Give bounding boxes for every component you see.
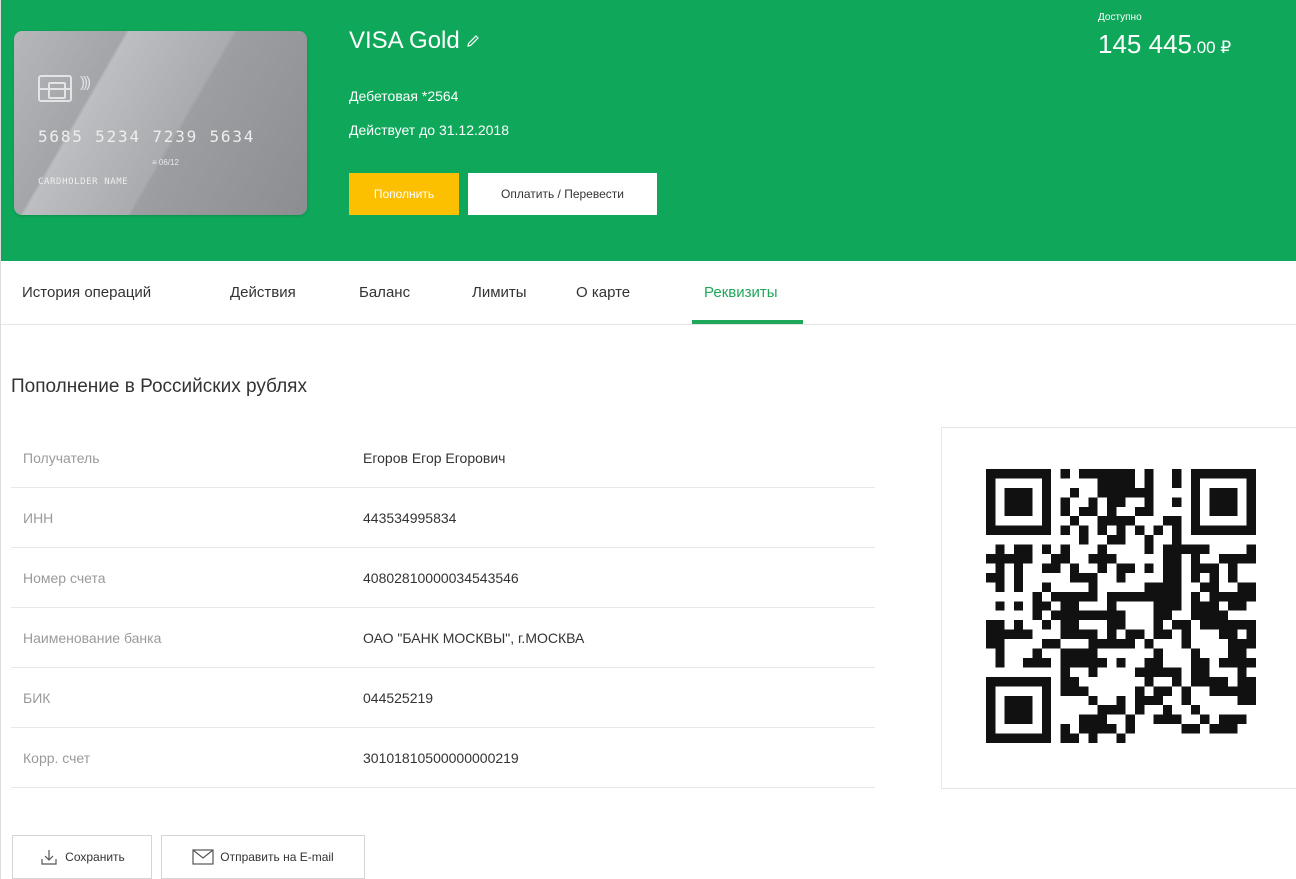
card-type: Дебетовая *2564 (349, 88, 459, 104)
detail-row-inn: ИНН 443534995834 (11, 488, 875, 548)
send-email-button-label: Отправить на E-mail (220, 850, 334, 864)
available-label: Доступно (1098, 12, 1142, 23)
detail-row-account: Номер счета 40802810000034543546 (11, 548, 875, 608)
detail-value: Егоров Егор Егорович (363, 450, 506, 466)
tab-requisites[interactable]: Реквизиты (704, 261, 778, 325)
detail-row-recipient: Получатель Егоров Егор Егорович (11, 428, 875, 488)
detail-label: БИК (23, 690, 51, 706)
card-holder: CARDHOLDER NAME (38, 177, 129, 187)
detail-row-corr-account: Корр. счет 30101810500000000219 (11, 728, 875, 788)
send-email-button[interactable]: Отправить на E-mail (161, 835, 365, 879)
pencil-icon[interactable] (465, 33, 481, 49)
topup-button[interactable]: Пополнить (349, 173, 459, 215)
card-number: 5685 5234 7239 5634 (38, 127, 256, 146)
card-header: ))) 5685 5234 7239 5634 ≡ 06/12 CARDHOLD… (1, 0, 1296, 261)
detail-label: Корр. счет (23, 750, 91, 766)
detail-value: 443534995834 (363, 510, 457, 526)
detail-row-bank-name: Наименование банка ОАО "БАНК МОСКВЫ", г.… (11, 608, 875, 668)
tab-history[interactable]: История операций (22, 261, 151, 325)
tab-limits[interactable]: Лимиты (472, 261, 527, 325)
card-expiry: ≡ 06/12 (152, 158, 179, 167)
tab-actions[interactable]: Действия (230, 261, 296, 325)
available-amount: 145 445.00 ₽ (1098, 29, 1231, 60)
bank-card-image: ))) 5685 5234 7239 5634 ≡ 06/12 CARDHOLD… (14, 31, 307, 215)
available-amount-int: 145 445 (1098, 29, 1192, 59)
detail-label: Получатель (23, 450, 100, 466)
detail-value: ОАО "БАНК МОСКВЫ", г.МОСКВА (363, 630, 585, 646)
envelope-icon (192, 849, 214, 865)
qr-code-image (986, 469, 1256, 743)
tab-balance[interactable]: Баланс (359, 261, 410, 325)
download-icon (39, 847, 59, 867)
save-button-label: Сохранить (65, 850, 125, 864)
detail-value: 30101810500000000219 (363, 750, 519, 766)
pay-transfer-button[interactable]: Оплатить / Перевести (468, 173, 657, 215)
tab-bar: История операций Действия Баланс Лимиты … (1, 261, 1296, 325)
detail-label: ИНН (23, 510, 54, 526)
card-title-text: VISA Gold (349, 27, 460, 54)
requisites-list: Получатель Егоров Егор Егорович ИНН 4435… (11, 428, 875, 788)
section-title: Пополнение в Российских рублях (11, 376, 307, 397)
active-tab-indicator (692, 320, 803, 324)
detail-value: 044525219 (363, 690, 434, 706)
detail-row-bik: БИК 044525219 (11, 668, 875, 728)
tab-about-card[interactable]: О карте (576, 261, 630, 325)
save-button[interactable]: Сохранить (12, 835, 152, 879)
available-amount-dec: .00 ₽ (1191, 38, 1232, 57)
contactless-icon: ))) (80, 74, 91, 91)
card-title: VISA Gold (349, 27, 481, 55)
chip-icon (38, 75, 72, 102)
qr-code-panel (941, 427, 1296, 789)
detail-label: Наименование банка (23, 630, 162, 646)
card-valid-until: Действует до 31.12.2018 (349, 122, 510, 138)
page: ))) 5685 5234 7239 5634 ≡ 06/12 CARDHOLD… (0, 0, 1296, 879)
detail-label: Номер счета (23, 570, 106, 586)
detail-value: 40802810000034543546 (363, 570, 519, 586)
